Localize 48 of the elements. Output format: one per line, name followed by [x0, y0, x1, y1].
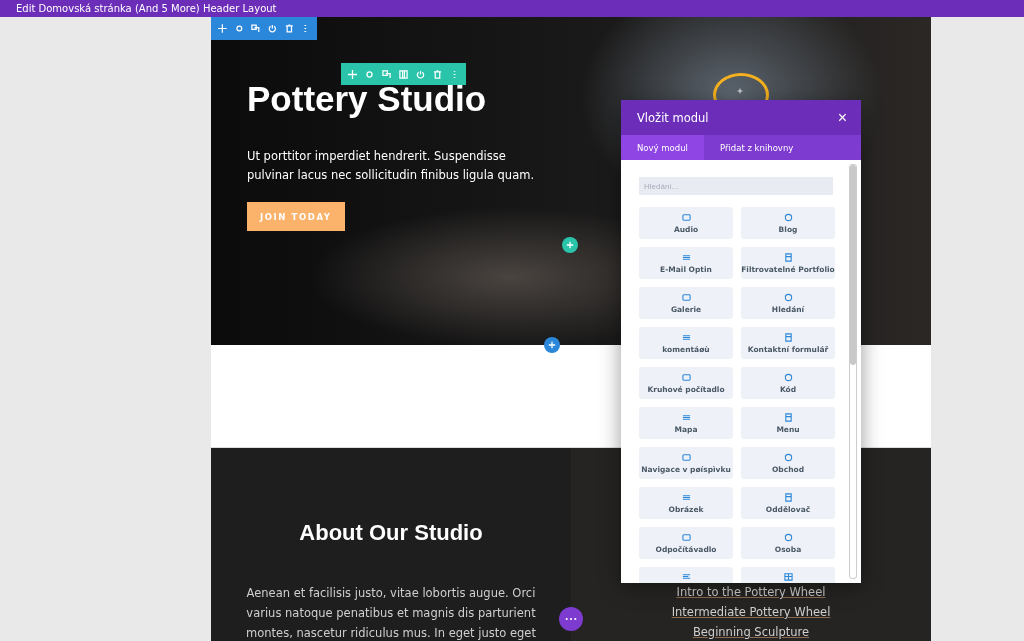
module-icon	[681, 412, 691, 422]
settings-icon[interactable]	[365, 69, 374, 79]
module-icon	[783, 492, 793, 502]
duplicate-icon[interactable]	[382, 69, 391, 79]
move-icon[interactable]	[218, 24, 227, 33]
class-link[interactable]: Intro to the Pottery Wheel	[676, 582, 826, 602]
module-icon	[783, 292, 793, 302]
module-icon	[783, 412, 793, 422]
about-title: About Our Studio	[299, 520, 483, 546]
move-icon[interactable]	[348, 69, 357, 79]
module-icon	[783, 252, 793, 262]
module-icon	[783, 452, 793, 462]
about-paragraph: Aenean et facilisis justo, vitae lobortis augue. Orci varius natoque penatibus et magnis dis parturient montes, nascetur ridiculus mus. In eget justo eget	[245, 585, 537, 641]
settings-icon[interactable]	[234, 24, 244, 33]
duplicate-icon[interactable]	[251, 24, 260, 33]
window-title: Edit Domovská stránka (And 5 More) Header Layout	[16, 3, 277, 14]
plus-icon	[566, 241, 574, 249]
module-icon	[681, 292, 691, 302]
columns-icon[interactable]	[399, 69, 408, 79]
module-icon	[783, 212, 793, 222]
class-link[interactable]: Beginning Sculpture	[692, 622, 810, 641]
power-icon[interactable]	[416, 69, 425, 79]
module-icon	[681, 212, 691, 222]
plus-icon[interactable]	[737, 88, 743, 94]
module-icon	[681, 452, 691, 462]
module-icon	[681, 532, 691, 542]
dialog-tab[interactable]: Nový modul	[621, 135, 704, 160]
module-icon	[783, 372, 793, 382]
hero-title: Pottery Studio	[247, 79, 487, 119]
dialog-title: Vložit modul	[637, 110, 709, 125]
power-icon[interactable]	[268, 24, 277, 33]
scrollbar-thumb[interactable]	[850, 165, 856, 365]
module-icon	[783, 532, 793, 542]
trash-icon[interactable]	[433, 69, 442, 79]
hero-paragraph: Ut porttitor imperdiet hendrerit. Suspendisse pulvinar lacus nec sollicitudin finibus ligula quam.	[247, 148, 536, 184]
module-icon	[681, 492, 691, 502]
module-icon	[681, 332, 691, 342]
module-icon	[783, 332, 793, 342]
close-button[interactable]: ×	[837, 109, 847, 126]
plus-icon	[548, 341, 556, 349]
dialog-tab[interactable]: Přidat z knihovny	[703, 135, 810, 160]
module-icon	[681, 372, 691, 382]
trash-icon[interactable]	[284, 24, 294, 33]
table-icon	[783, 572, 793, 581]
class-link[interactable]: Intermediate Pottery Wheel	[671, 602, 831, 622]
text-icon	[681, 572, 691, 581]
more-icon	[565, 617, 577, 621]
module-icon	[681, 252, 691, 262]
